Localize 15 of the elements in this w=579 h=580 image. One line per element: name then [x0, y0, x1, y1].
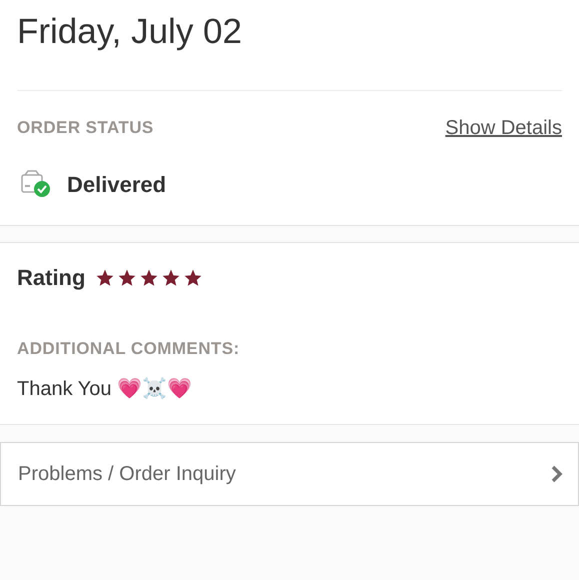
rating-label: Rating: [17, 264, 86, 292]
star-icon: [183, 268, 204, 288]
order-status-label: ORDER STATUS: [17, 117, 154, 140]
inquiry-button[interactable]: Problems / Order Inquiry: [0, 442, 579, 506]
chevron-right-icon: [550, 464, 564, 484]
star-icon: [95, 268, 116, 288]
star-icon: [117, 268, 138, 288]
star-icon: [139, 268, 160, 288]
date-heading: Friday, July 02: [17, 11, 242, 53]
show-details-link[interactable]: Show Details: [445, 113, 562, 143]
comment-text: Thank You 💗☠💗: [17, 378, 192, 400]
star-icon: [161, 268, 182, 288]
status-text: Delivered: [67, 170, 166, 198]
comments-label: ADDITIONAL COMMENTS:: [17, 339, 240, 358]
delivered-box-icon: [21, 170, 51, 198]
